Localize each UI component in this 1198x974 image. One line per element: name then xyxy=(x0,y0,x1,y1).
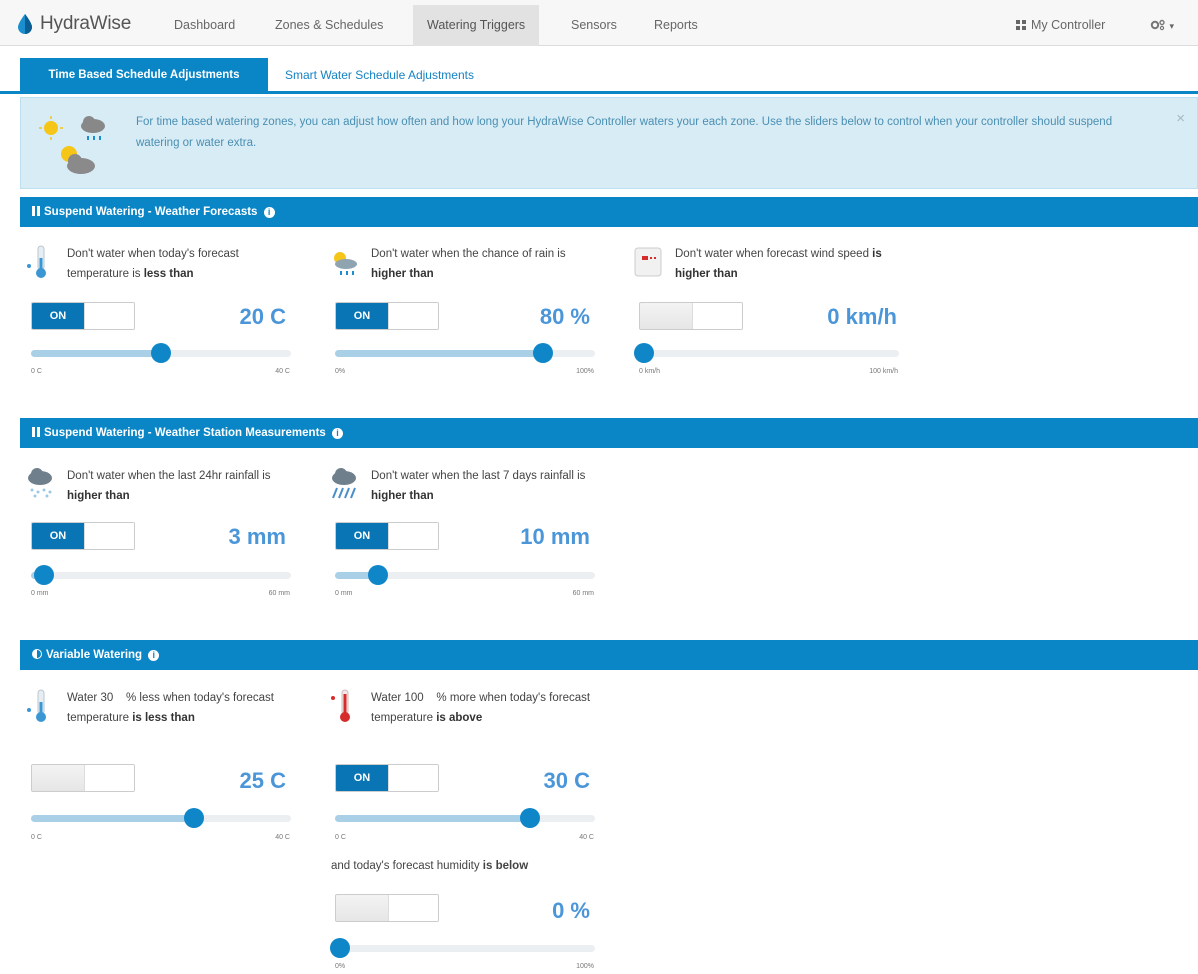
variable-less-threshold-value: 25 C xyxy=(239,768,286,793)
thermometer-cold-icon xyxy=(27,689,46,722)
close-icon[interactable]: × xyxy=(1176,110,1185,127)
rain-chance-slider[interactable] xyxy=(335,343,595,363)
nav-sensors[interactable]: Sensors xyxy=(557,5,631,46)
section-title: Suspend Watering - Weather Forecasts xyxy=(44,206,258,218)
trigger-description: Don't water when the last 24hr rainfall … xyxy=(67,470,271,502)
info-text: For time based watering zones, you can a… xyxy=(136,116,1113,149)
section-weather-forecasts: Suspend Watering - Weather Forecasts i xyxy=(20,197,1198,227)
info-alert: For time based watering zones, you can a… xyxy=(20,97,1198,189)
slider-min-label: 0 mm xyxy=(31,590,49,597)
tab-smart-water[interactable]: Smart Water Schedule Adjustments xyxy=(271,58,488,92)
humidity-threshold-value: 0 % xyxy=(552,898,590,923)
water-drop-icon xyxy=(18,14,32,34)
humidity-toggle-switch[interactable] xyxy=(335,894,439,922)
section-title: Variable Watering xyxy=(46,649,143,661)
section-variable-watering: Variable Watering i xyxy=(20,640,1198,670)
sun-cloud-rain-icon xyxy=(334,252,357,275)
nav-dashboard[interactable]: Dashboard xyxy=(160,5,249,46)
slider-min-label: 0 mm xyxy=(335,590,353,597)
chevron-down-icon: ▾ xyxy=(1169,21,1175,31)
slider-min-label: 0% xyxy=(335,963,346,970)
my-controller-label: My Controller xyxy=(1031,18,1106,32)
slider-handle[interactable] xyxy=(151,343,171,363)
contrast-icon xyxy=(32,649,42,659)
slider-max-label: 100% xyxy=(576,368,594,375)
info-icon[interactable]: i xyxy=(148,650,160,661)
slider-max-label: 100 km/h xyxy=(869,368,898,375)
heavy-rain-cloud-icon xyxy=(332,468,356,499)
slider-max-label: 40 C xyxy=(275,834,290,841)
rainfall-7days-slider[interactable] xyxy=(335,565,595,585)
trigger-description: Don't water when forecast wind speed is … xyxy=(675,248,882,280)
rain-cloud-icon xyxy=(28,468,52,498)
grid-icon xyxy=(1016,20,1026,30)
settings-menu[interactable]: ▾ xyxy=(1150,5,1174,46)
trigger-description: Water 30 % less when today's forecast te… xyxy=(67,692,278,724)
rainfall-24hr-toggle-switch[interactable]: ON xyxy=(31,522,135,550)
nav-zones-schedules[interactable]: Zones & Schedules xyxy=(261,5,397,46)
brand-name: HydraWise xyxy=(40,13,132,34)
slider-max-label: 100% xyxy=(576,963,594,970)
rainfall-24hr-threshold-value: 3 mm xyxy=(228,524,286,549)
wind-threshold-value: 0 km/h xyxy=(827,304,897,329)
weather-icon xyxy=(39,116,105,174)
rainfall-7days-threshold-value: 10 mm xyxy=(520,524,590,549)
variable-less-slider[interactable] xyxy=(31,808,291,828)
temp-slider[interactable] xyxy=(31,343,291,363)
section-weather-station: Suspend Watering - Weather Station Measu… xyxy=(20,418,1198,448)
rainfall-7days-toggle-switch[interactable]: ON xyxy=(335,522,439,550)
slider-max-label: 60 mm xyxy=(268,590,290,597)
slider-handle[interactable] xyxy=(533,343,553,363)
section-title: Suspend Watering - Weather Station Measu… xyxy=(44,427,326,439)
trigger-description: Don't water when today's forecast temper… xyxy=(67,248,239,280)
slider-min-label: 0 C xyxy=(335,834,346,841)
my-controller-menu[interactable]: My Controller xyxy=(1016,5,1105,46)
brand-logo[interactable]: HydraWise xyxy=(16,10,131,38)
slider-max-label: 40 C xyxy=(275,368,290,375)
slider-min-label: 0 C xyxy=(31,834,42,841)
slider-max-label: 40 C xyxy=(579,834,594,841)
thermometer-hot-icon xyxy=(331,689,350,722)
variable-more-toggle-switch[interactable]: ON xyxy=(335,764,439,792)
gears-icon xyxy=(1150,19,1165,31)
slider-min-label: 0% xyxy=(335,368,346,375)
trigger-description: Water 100 % more when today's forecast t… xyxy=(371,692,594,724)
wind-flag-icon xyxy=(634,247,662,277)
slider-min-label: 0 C xyxy=(31,368,42,375)
slider-handle[interactable] xyxy=(368,565,389,585)
variable-more-slider[interactable] xyxy=(335,808,595,828)
slider-handle[interactable] xyxy=(330,938,351,958)
nav-reports[interactable]: Reports xyxy=(640,5,712,46)
rainfall-24hr-slider[interactable] xyxy=(31,565,291,585)
wind-toggle-switch[interactable] xyxy=(639,302,743,330)
slider-handle[interactable] xyxy=(634,343,655,363)
slider-min-label: 0 km/h xyxy=(639,368,661,375)
slider-handle[interactable] xyxy=(520,808,540,828)
thermometer-cold-icon xyxy=(27,245,46,278)
nav-watering-triggers[interactable]: Watering Triggers xyxy=(413,5,540,46)
top-navbar: HydraWise Dashboard Zones & Schedules Wa… xyxy=(0,0,1198,46)
temp-toggle-switch[interactable]: ON xyxy=(31,302,135,330)
temp-threshold-value: 20 C xyxy=(239,304,286,329)
rain-chance-threshold-value: 80 % xyxy=(539,304,590,329)
info-icon[interactable]: i xyxy=(332,428,344,439)
tab-time-based[interactable]: Time Based Schedule Adjustments xyxy=(20,58,268,92)
adjustment-tabs: Time Based Schedule Adjustments Smart Wa… xyxy=(0,56,1198,94)
pause-icon xyxy=(32,427,40,437)
pause-icon xyxy=(32,206,40,216)
slider-handle[interactable] xyxy=(34,565,54,585)
humidity-description: and today's forecast humidity is below xyxy=(331,860,529,872)
trigger-description: Don't water when the chance of rain is h… xyxy=(371,248,566,280)
slider-handle[interactable] xyxy=(183,808,204,828)
wind-slider[interactable] xyxy=(634,343,899,363)
slider-max-label: 60 mm xyxy=(572,590,594,597)
trigger-description: Don't water when the last 7 days rainfal… xyxy=(371,470,586,502)
humidity-slider[interactable] xyxy=(330,938,595,958)
info-icon[interactable]: i xyxy=(263,207,275,218)
variable-more-threshold-value: 30 C xyxy=(543,768,590,793)
variable-less-toggle-switch[interactable] xyxy=(31,764,135,792)
rain-chance-toggle-switch[interactable]: ON xyxy=(335,302,439,330)
